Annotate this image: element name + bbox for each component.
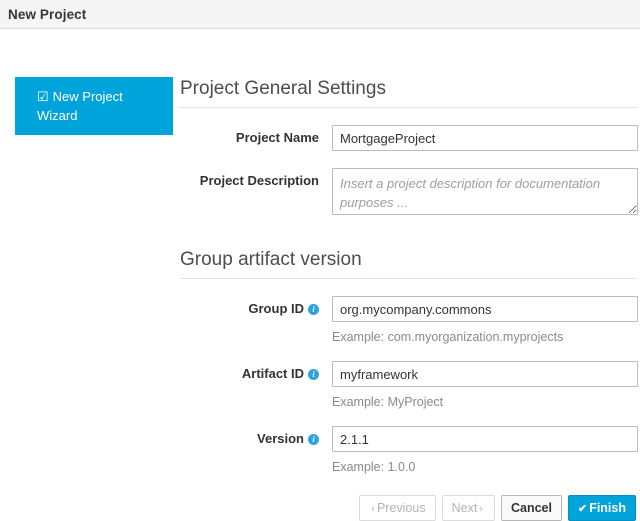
check-icon: ✔ — [577, 503, 588, 515]
form-row-group-id: Group ID i Example: com.myorganization.my… — [180, 296, 638, 345]
finish-button-label: Finish — [589, 501, 626, 515]
hint-version: Example: 1.0.0 — [332, 460, 416, 474]
label-text: Group ID — [248, 301, 304, 316]
chevron-right-icon: › — [479, 503, 483, 515]
previous-button[interactable]: ‹ Previous — [359, 495, 436, 521]
cancel-button[interactable]: Cancel — [500, 495, 562, 521]
window-header: New Project — [0, 0, 640, 29]
info-icon[interactable]: i — [308, 369, 319, 380]
project-description-textarea[interactable] — [332, 168, 638, 215]
field-wrapper-project-name — [332, 125, 638, 151]
sidebar-item-new-project-wizard[interactable]: ☑ New Project Wizard — [15, 77, 173, 135]
next-button[interactable]: Next › — [441, 495, 495, 521]
wizard-button-bar: ‹ Previous Next › Cancel ✔ Finish — [180, 495, 638, 521]
field-wrapper-version: Example: 1.0.0 — [332, 426, 638, 475]
field-wrapper-project-description — [332, 168, 638, 218]
wizard-body: ☑ New Project Wizard Project General Sett… — [0, 29, 640, 521]
finish-button[interactable]: ✔ Finish — [567, 495, 636, 521]
cancel-button-label: Cancel — [510, 501, 552, 515]
project-name-input[interactable] — [332, 125, 638, 151]
window-title: New Project — [8, 6, 87, 22]
group-id-input[interactable] — [332, 296, 638, 322]
version-input[interactable] — [332, 426, 638, 452]
hint-group-id: Example: com.myorganization.myprojects — [332, 330, 564, 344]
form-row-project-name: Project Name — [180, 125, 638, 151]
wizard-step-sidebar: ☑ New Project Wizard — [0, 29, 180, 135]
artifact-id-input[interactable] — [332, 361, 638, 387]
field-wrapper-artifact-id: Example: MyProject — [332, 361, 638, 410]
chevron-left-icon: ‹ — [371, 503, 375, 515]
field-wrapper-group-id: Example: com.myorganization.myprojects — [332, 296, 638, 345]
section-heading-general-settings: Project General Settings — [180, 77, 638, 108]
sidebar-item-label: New Project Wizard — [37, 89, 123, 123]
label-version: Version i — [180, 426, 332, 447]
info-icon[interactable]: i — [308, 434, 319, 445]
label-project-name: Project Name — [180, 125, 332, 146]
wizard-main-panel: Project General Settings Project Name Pr… — [180, 29, 640, 521]
form-row-version: Version i Example: 1.0.0 — [180, 426, 638, 475]
label-artifact-id: Artifact ID i — [180, 361, 332, 382]
hint-artifact-id: Example: MyProject — [332, 395, 444, 409]
previous-button-label: Previous — [376, 501, 426, 515]
label-group-id: Group ID i — [180, 296, 332, 317]
label-project-description: Project Description — [180, 168, 332, 189]
label-text: Project Description — [199, 173, 319, 188]
label-text: Artifact ID — [241, 366, 304, 381]
form-row-project-description: Project Description — [180, 168, 638, 218]
checked-box-icon: ☑ — [37, 89, 49, 104]
form-row-artifact-id: Artifact ID i Example: MyProject — [180, 361, 638, 410]
section-heading-group-artifact-version: Group artifact version — [180, 248, 638, 279]
next-button-label: Next — [451, 501, 478, 515]
label-text: Version — [257, 431, 304, 446]
info-icon[interactable]: i — [308, 304, 319, 315]
label-text: Project Name — [235, 130, 319, 145]
